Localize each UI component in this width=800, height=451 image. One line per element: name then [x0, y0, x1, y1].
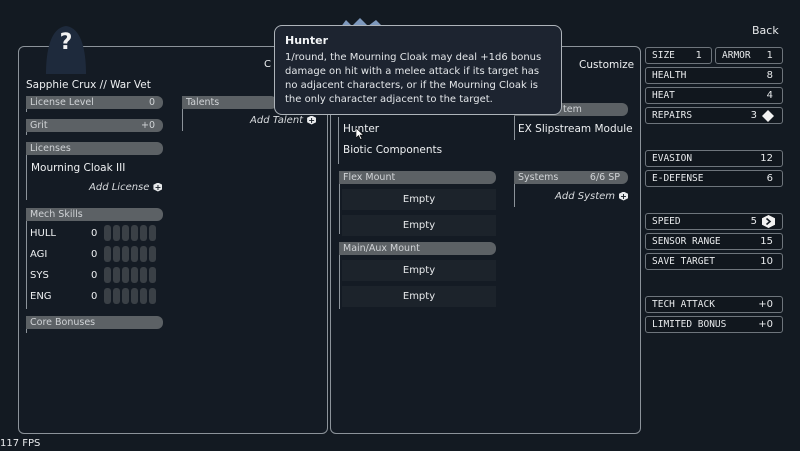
core-bonuses-header: Core Bonuses: [26, 316, 163, 329]
systems-header: Systems 6/6 SP: [514, 171, 628, 184]
stat-e-defense-value: 6: [766, 173, 773, 184]
grit-label: Grit: [30, 120, 48, 131]
stat-size-label: SIZE: [652, 50, 675, 61]
back-button[interactable]: Back: [752, 24, 779, 37]
grit-row: Grit +0: [26, 119, 163, 132]
stat-health-label: HEALTH: [652, 70, 687, 81]
flex-mount-slot[interactable]: Empty: [342, 189, 496, 210]
repair-diamond-icon: [762, 110, 774, 122]
skill-eng-pips[interactable]: [104, 288, 156, 304]
stat-save-target: SAVE TARGET 10: [645, 253, 783, 270]
skill-eng-label: ENG: [30, 291, 52, 302]
stat-health: HEALTH 8: [645, 67, 783, 84]
stat-tech-attack-label: TECH ATTACK: [652, 299, 715, 310]
stat-speed-value: 5: [750, 216, 757, 227]
talents-header: Talents: [182, 96, 277, 109]
skill-agi-pips[interactable]: [104, 246, 156, 262]
tooltip-body: 1/round, the Mourning Cloak may deal +1d…: [285, 52, 542, 105]
stat-limited-bonus-label: LIMITED BONUS: [652, 319, 727, 330]
stat-sensor-range-label: SENSOR RANGE: [652, 236, 721, 247]
skill-hull-label: HULL: [30, 228, 56, 239]
stat-speed: SPEED 5: [645, 213, 783, 230]
add-system-button[interactable]: Add System +: [555, 191, 629, 202]
skill-eng-value: 0: [91, 291, 98, 302]
skill-agi-value: 0: [91, 249, 98, 260]
stat-limited-bonus: LIMITED BONUS +0: [645, 316, 783, 333]
tooltip-title: Hunter: [285, 34, 329, 47]
skill-hull-value: 0: [91, 228, 98, 239]
customize-button[interactable]: Customize: [579, 59, 634, 71]
add-icon: +: [153, 182, 163, 192]
trait-tooltip: Hunter 1/round, the Mourning Cloak may d…: [274, 25, 562, 115]
stat-save-target-value: 10: [760, 256, 773, 267]
add-icon: +: [307, 115, 317, 125]
systems-sp: 6/6 SP: [589, 172, 620, 183]
mouse-cursor-icon: [356, 128, 364, 140]
stat-armor-label: ARMOR: [722, 50, 751, 61]
flex-mount-slot[interactable]: Empty: [342, 215, 496, 236]
mech-skills-header: Mech Skills: [26, 208, 163, 221]
customize-cut-label: C: [264, 59, 271, 70]
svg-text:?: ?: [60, 30, 73, 55]
add-icon: +: [619, 191, 629, 201]
grit-value: +0: [140, 120, 155, 131]
licenses-header: Licenses: [26, 142, 163, 155]
move-hex-icon: [762, 215, 775, 228]
integrated-system-item[interactable]: EX Slipstream Module: [518, 123, 633, 135]
main-aux-mount-slot[interactable]: Empty: [342, 286, 496, 307]
stat-evasion: EVASION 12: [645, 150, 783, 167]
fps-counter: 117 FPS: [0, 438, 41, 449]
stat-size-value: 1: [695, 50, 702, 61]
pilot-name: Sapphie Crux // War Vet: [26, 79, 151, 91]
main-aux-mount-slot[interactable]: Empty: [342, 260, 496, 281]
license-level-label: License Level: [30, 97, 94, 108]
add-talent-button[interactable]: Add Talent +: [250, 115, 317, 126]
stat-repairs: REPAIRS 3: [645, 107, 783, 124]
stat-repairs-value: 3: [750, 110, 757, 121]
stat-health-value: 8: [766, 70, 773, 81]
stat-sensor-range: SENSOR RANGE 15: [645, 233, 783, 250]
stat-evasion-value: 12: [760, 153, 773, 164]
skill-sys-pips[interactable]: [104, 267, 156, 283]
skill-sys-value: 0: [91, 270, 98, 281]
stat-evasion-label: EVASION: [652, 153, 693, 164]
skill-agi-label: AGI: [30, 249, 48, 260]
skill-hull-pips[interactable]: [104, 225, 156, 241]
flex-mount-header: Flex Mount: [339, 171, 496, 184]
add-license-label: Add License: [89, 182, 150, 193]
systems-label: Systems: [518, 172, 559, 183]
stat-tech-attack-value: +0: [758, 299, 773, 310]
main-aux-mount-header: Main/Aux Mount: [339, 242, 496, 255]
unknown-pilot-icon: ?: [46, 26, 86, 74]
stat-armor-value: 1: [766, 50, 773, 61]
stat-heat-label: HEAT: [652, 90, 675, 101]
add-license-button[interactable]: Add License +: [89, 182, 163, 193]
stat-save-target-label: SAVE TARGET: [652, 256, 715, 267]
stat-tech-attack: TECH ATTACK +0: [645, 296, 783, 313]
stat-e-defense-label: E-DEFENSE: [652, 173, 704, 184]
stat-e-defense: E-DEFENSE 6: [645, 170, 783, 187]
stat-size: SIZE 1: [645, 47, 712, 64]
stat-heat: HEAT 4: [645, 87, 783, 104]
stat-speed-label: SPEED: [652, 216, 681, 227]
license-level-value: 0: [148, 97, 155, 108]
skill-sys-label: SYS: [30, 270, 49, 281]
stat-sensor-range-value: 15: [760, 236, 773, 247]
stat-limited-bonus-value: +0: [758, 319, 773, 330]
stat-armor: ARMOR 1: [715, 47, 783, 64]
license-level-row: License Level 0: [26, 96, 163, 109]
add-talent-label: Add Talent: [250, 115, 304, 126]
license-item[interactable]: Mourning Cloak III: [31, 162, 125, 174]
add-system-label: Add System: [555, 191, 616, 202]
stat-heat-value: 4: [766, 90, 773, 101]
stat-repairs-label: REPAIRS: [652, 110, 693, 121]
trait-biotic-components[interactable]: Biotic Components: [343, 144, 442, 156]
